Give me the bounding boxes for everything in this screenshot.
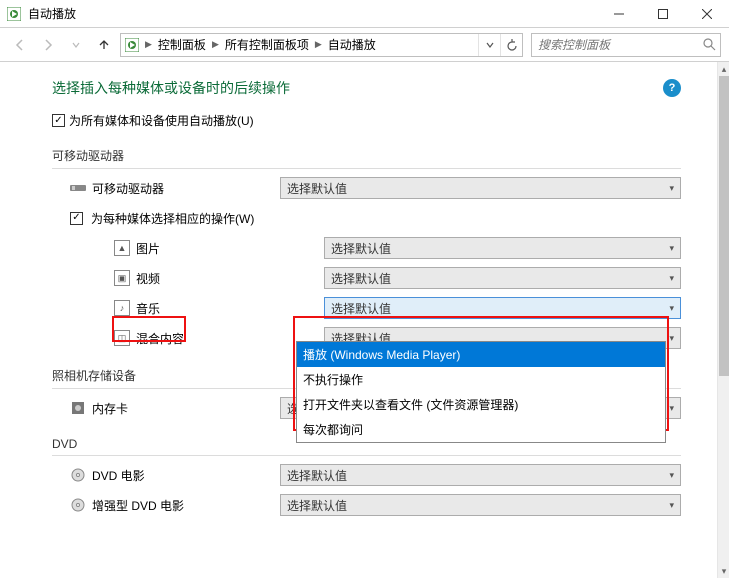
recent-dropdown-button[interactable]	[64, 33, 88, 57]
drive-icon	[70, 180, 86, 196]
breadcrumb-all-items[interactable]: 所有控制面板项	[221, 34, 313, 56]
chevron-right-icon[interactable]: ▶	[143, 39, 154, 50]
memory-card-icon	[70, 400, 86, 416]
chevron-right-icon[interactable]: ▶	[313, 39, 324, 50]
combo-dvd-movie[interactable]: 选择默认值 ▾	[280, 464, 681, 486]
scroll-down-button[interactable]: ▾	[718, 564, 729, 578]
window-title: 自动播放	[28, 5, 76, 22]
search-box[interactable]	[531, 33, 721, 57]
dropdown-option-no-action[interactable]: 不执行操作	[297, 367, 665, 392]
row-removable-drive: 可移动驱动器 选择默认值 ▾	[70, 177, 681, 199]
page-heading-row: 选择插入每种媒体或设备时的后续操作 ?	[52, 78, 681, 98]
address-bar[interactable]: ▶ 控制面板 ▶ 所有控制面板项 ▶ 自动播放	[120, 33, 523, 57]
maximize-button[interactable]	[641, 0, 685, 28]
dvd-movie-label: DVD 电影	[92, 467, 145, 484]
up-button[interactable]	[92, 33, 116, 57]
breadcrumb-control-panel[interactable]: 控制面板	[154, 34, 210, 56]
autoplay-location-icon	[121, 38, 143, 52]
navigation-bar: ▶ 控制面板 ▶ 所有控制面板项 ▶ 自动播放	[0, 28, 729, 62]
combo-value: 选择默认值	[287, 180, 347, 197]
help-icon[interactable]: ?	[663, 79, 681, 97]
refresh-button[interactable]	[500, 34, 522, 56]
chevron-down-icon: ▾	[669, 273, 674, 284]
chevron-down-icon: ▾	[669, 500, 674, 511]
dropdown-option-play-wmp[interactable]: 播放 (Windows Media Player)	[297, 342, 665, 367]
per-media-checkbox-row[interactable]: ✓ 为每种媒体选择相应的操作(W)	[70, 207, 681, 229]
scrollbar-thumb[interactable]	[719, 76, 729, 376]
combo-removable-drive[interactable]: 选择默认值 ▾	[280, 177, 681, 199]
videos-icon: ▣	[114, 270, 130, 286]
combo-value: 选择默认值	[331, 300, 391, 317]
chevron-down-icon: ▾	[669, 470, 674, 481]
section-removable-drives: 可移动驱动器	[52, 147, 681, 169]
scroll-up-button[interactable]: ▴	[718, 62, 729, 76]
forward-button[interactable]	[36, 33, 60, 57]
per-media-label: 为每种媒体选择相应的操作(W)	[87, 210, 254, 227]
chevron-down-icon: ▾	[669, 303, 674, 314]
row-dvd-movie: DVD 电影 选择默认值 ▾	[70, 464, 681, 486]
music-dropdown-list[interactable]: 播放 (Windows Media Player) 不执行操作 打开文件夹以查看…	[296, 341, 666, 443]
chevron-down-icon: ▾	[669, 403, 674, 414]
combo-value: 选择默认值	[331, 240, 391, 257]
chevron-down-icon: ▾	[669, 333, 674, 344]
chevron-down-icon: ▾	[669, 183, 674, 194]
global-autoplay-label: 为所有媒体和设备使用自动播放(U)	[69, 112, 254, 129]
titlebar: 自动播放	[0, 0, 729, 28]
combo-enhanced-dvd[interactable]: 选择默认值 ▾	[280, 494, 681, 516]
combo-value: 选择默认值	[331, 270, 391, 287]
close-button[interactable]	[685, 0, 729, 28]
row-music: ♪ 音乐 选择默认值 ▾	[70, 297, 681, 319]
combo-value: 选择默认值	[287, 497, 347, 514]
vertical-scrollbar[interactable]: ▴ ▾	[717, 62, 729, 578]
pictures-label: 图片	[136, 240, 160, 257]
content-pane: 选择插入每种媒体或设备时的后续操作 ? ✓ 为所有媒体和设备使用自动播放(U) …	[0, 62, 717, 578]
music-icon: ♪	[114, 300, 130, 316]
removable-drive-label: 可移动驱动器	[92, 180, 164, 197]
mixed-label: 混合内容	[136, 330, 184, 347]
disc-icon	[70, 467, 86, 483]
chevron-down-icon: ▾	[669, 243, 674, 254]
global-autoplay-checkbox-row[interactable]: ✓ 为所有媒体和设备使用自动播放(U)	[52, 112, 681, 129]
enhanced-dvd-label: 增强型 DVD 电影	[92, 497, 184, 514]
videos-label: 视频	[136, 270, 160, 287]
checkbox-checked-icon[interactable]: ✓	[70, 212, 83, 225]
row-videos: ▣ 视频 选择默认值 ▾	[70, 267, 681, 289]
pictures-icon: ▲	[114, 240, 130, 256]
search-icon[interactable]	[699, 38, 720, 51]
combo-value: 选择默认值	[287, 467, 347, 484]
memory-card-label: 内存卡	[92, 400, 128, 417]
row-pictures: ▲ 图片 选择默认值 ▾	[70, 237, 681, 259]
dropdown-option-ask-every-time[interactable]: 每次都询问	[297, 417, 665, 442]
disc-icon	[70, 497, 86, 513]
autoplay-window-icon	[6, 6, 22, 22]
page-heading: 选择插入每种媒体或设备时的后续操作	[52, 78, 290, 98]
mixed-content-icon: ◫	[114, 330, 130, 346]
address-dropdown-button[interactable]	[478, 34, 500, 56]
combo-pictures[interactable]: 选择默认值 ▾	[324, 237, 681, 259]
dropdown-option-open-folder[interactable]: 打开文件夹以查看文件 (文件资源管理器)	[297, 392, 665, 417]
back-button[interactable]	[8, 33, 32, 57]
minimize-button[interactable]	[597, 0, 641, 28]
chevron-right-icon[interactable]: ▶	[210, 39, 221, 50]
breadcrumb-autoplay[interactable]: 自动播放	[324, 34, 380, 56]
music-label: 音乐	[136, 300, 160, 317]
combo-music[interactable]: 选择默认值 ▾	[324, 297, 681, 319]
checkbox-checked-icon[interactable]: ✓	[52, 114, 65, 127]
search-input[interactable]	[532, 38, 699, 52]
combo-videos[interactable]: 选择默认值 ▾	[324, 267, 681, 289]
row-enhanced-dvd: 增强型 DVD 电影 选择默认值 ▾	[70, 494, 681, 516]
